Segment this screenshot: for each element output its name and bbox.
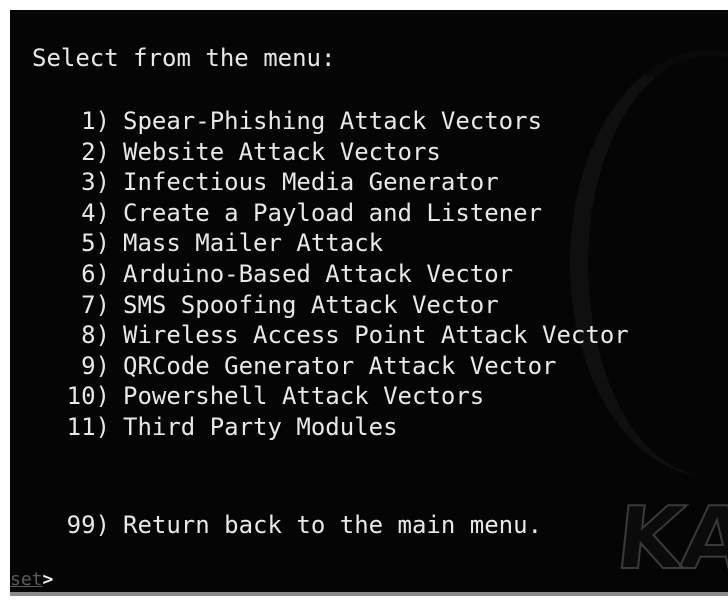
menu-item-label: Third Party Modules <box>123 412 398 441</box>
menu-item-powershell: 10) Powershell Attack Vectors <box>32 381 629 412</box>
attack-menu: 1) Spear-Phishing Attack Vectors 2) Websit… <box>32 106 629 443</box>
menu-item-mass-mailer: 5) Mass Mailer Attack <box>32 228 629 259</box>
menu-item-website-attack: 2) Website Attack Vectors <box>32 137 629 168</box>
command-prompt[interactable]: set> <box>10 569 53 591</box>
menu-item-number: 9) <box>81 351 110 380</box>
menu-item-third-party: 11) Third Party Modules <box>32 412 629 443</box>
menu-item-number: 3) <box>81 168 110 197</box>
menu-item-number: 10) <box>66 382 110 411</box>
menu-item-infectious-media: 3) Infectious Media Generator <box>32 167 629 198</box>
menu-item-number: 5) <box>81 229 110 258</box>
menu-item-number: 6) <box>81 259 110 288</box>
menu-item-label: QRCode Generator Attack Vector <box>123 351 557 380</box>
menu-item-label: Arduino-Based Attack Vector <box>123 259 514 288</box>
menu-item-label: Spear-Phishing Attack Vectors <box>123 107 543 135</box>
menu-item-label: Mass Mailer Attack <box>123 229 384 258</box>
menu-item-payload-listener: 4) Create a Payload and Listener <box>32 198 629 229</box>
menu-item-label: Infectious Media Generator <box>123 168 499 197</box>
menu-item-label: Return back to the main menu. <box>123 511 543 539</box>
menu-item-label: SMS Spoofing Attack Vector <box>123 290 499 319</box>
menu-item-number: 2) <box>81 137 110 166</box>
menu-item-number: 7) <box>81 290 110 319</box>
menu-item-qrcode: 9) QRCode Generator Attack Vector <box>32 351 629 382</box>
kali-logo-watermark: KA <box>611 488 728 590</box>
menu-item-arduino: 6) Arduino-Based Attack Vector <box>32 259 629 290</box>
menu-item-label: Website Attack Vectors <box>123 137 441 166</box>
prompt-word: set <box>10 569 43 590</box>
menu-item-number: 99) <box>66 511 110 539</box>
menu-item-wireless-ap: 8) Wireless Access Point Attack Vector <box>32 320 629 351</box>
menu-item-return: 99) Return back to the main menu. <box>32 510 542 540</box>
menu-item-sms-spoofing: 7) SMS Spoofing Attack Vector <box>32 290 629 321</box>
menu-item-number: 4) <box>81 198 110 227</box>
bottom-divider <box>10 592 728 596</box>
menu-item-number: 8) <box>81 321 110 350</box>
menu-item-label: Create a Payload and Listener <box>123 198 543 227</box>
menu-item-number: 11) <box>66 412 110 441</box>
menu-item-number: 1) <box>81 107 110 135</box>
prompt-symbol: > <box>42 569 54 590</box>
terminal-window: KA Select from the menu: 1) Spear-Phishin… <box>10 10 728 596</box>
menu-item-label: Powershell Attack Vectors <box>123 382 485 411</box>
menu-item-spear-phishing: 1) Spear-Phishing Attack Vectors <box>32 106 629 137</box>
menu-item-label: Wireless Access Point Attack Vector <box>123 321 629 350</box>
menu-heading: Select from the menu: <box>32 44 336 72</box>
